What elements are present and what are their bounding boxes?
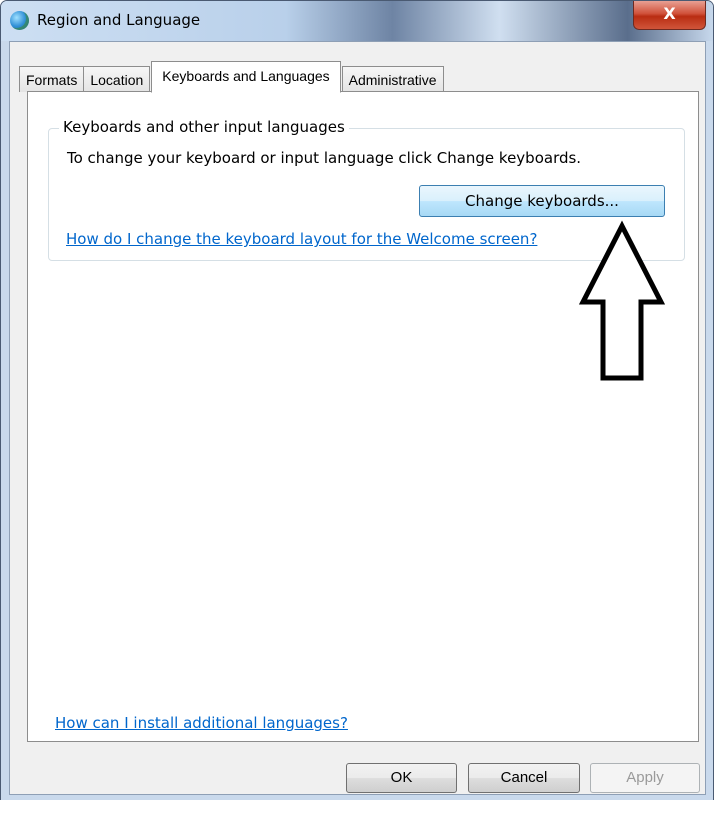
close-button[interactable]: X — [633, 1, 706, 30]
window-title: Region and Language — [37, 11, 201, 29]
install-languages-link[interactable]: How can I install additional languages? — [55, 714, 348, 732]
tab-administrative[interactable]: Administrative — [341, 66, 444, 92]
tab-location[interactable]: Location — [83, 66, 151, 92]
background-strip — [0, 800, 714, 815]
change-keyboards-button[interactable]: Change keyboards... — [419, 185, 665, 217]
cancel-button[interactable]: Cancel — [468, 763, 580, 793]
welcome-screen-keyboard-link[interactable]: How do I change the keyboard layout for … — [66, 230, 537, 248]
tab-keyboards-and-languages[interactable]: Keyboards and Languages — [151, 61, 341, 93]
tab-panel: Keyboards and other input languages To c… — [27, 91, 699, 742]
title-bar[interactable]: Region and Language X — [1, 1, 713, 41]
groupbox-title: Keyboards and other input languages — [59, 118, 349, 136]
up-arrow-shape — [578, 220, 666, 381]
keyboards-description: To change your keyboard or input languag… — [67, 149, 582, 167]
ok-button[interactable]: OK — [346, 763, 457, 793]
tab-formats[interactable]: Formats — [19, 66, 85, 92]
globe-icon — [10, 11, 29, 30]
apply-button[interactable]: Apply — [590, 763, 700, 793]
tab-strip: Formats Location Keyboards and Languages… — [19, 60, 444, 93]
up-arrow-icon — [578, 220, 666, 381]
